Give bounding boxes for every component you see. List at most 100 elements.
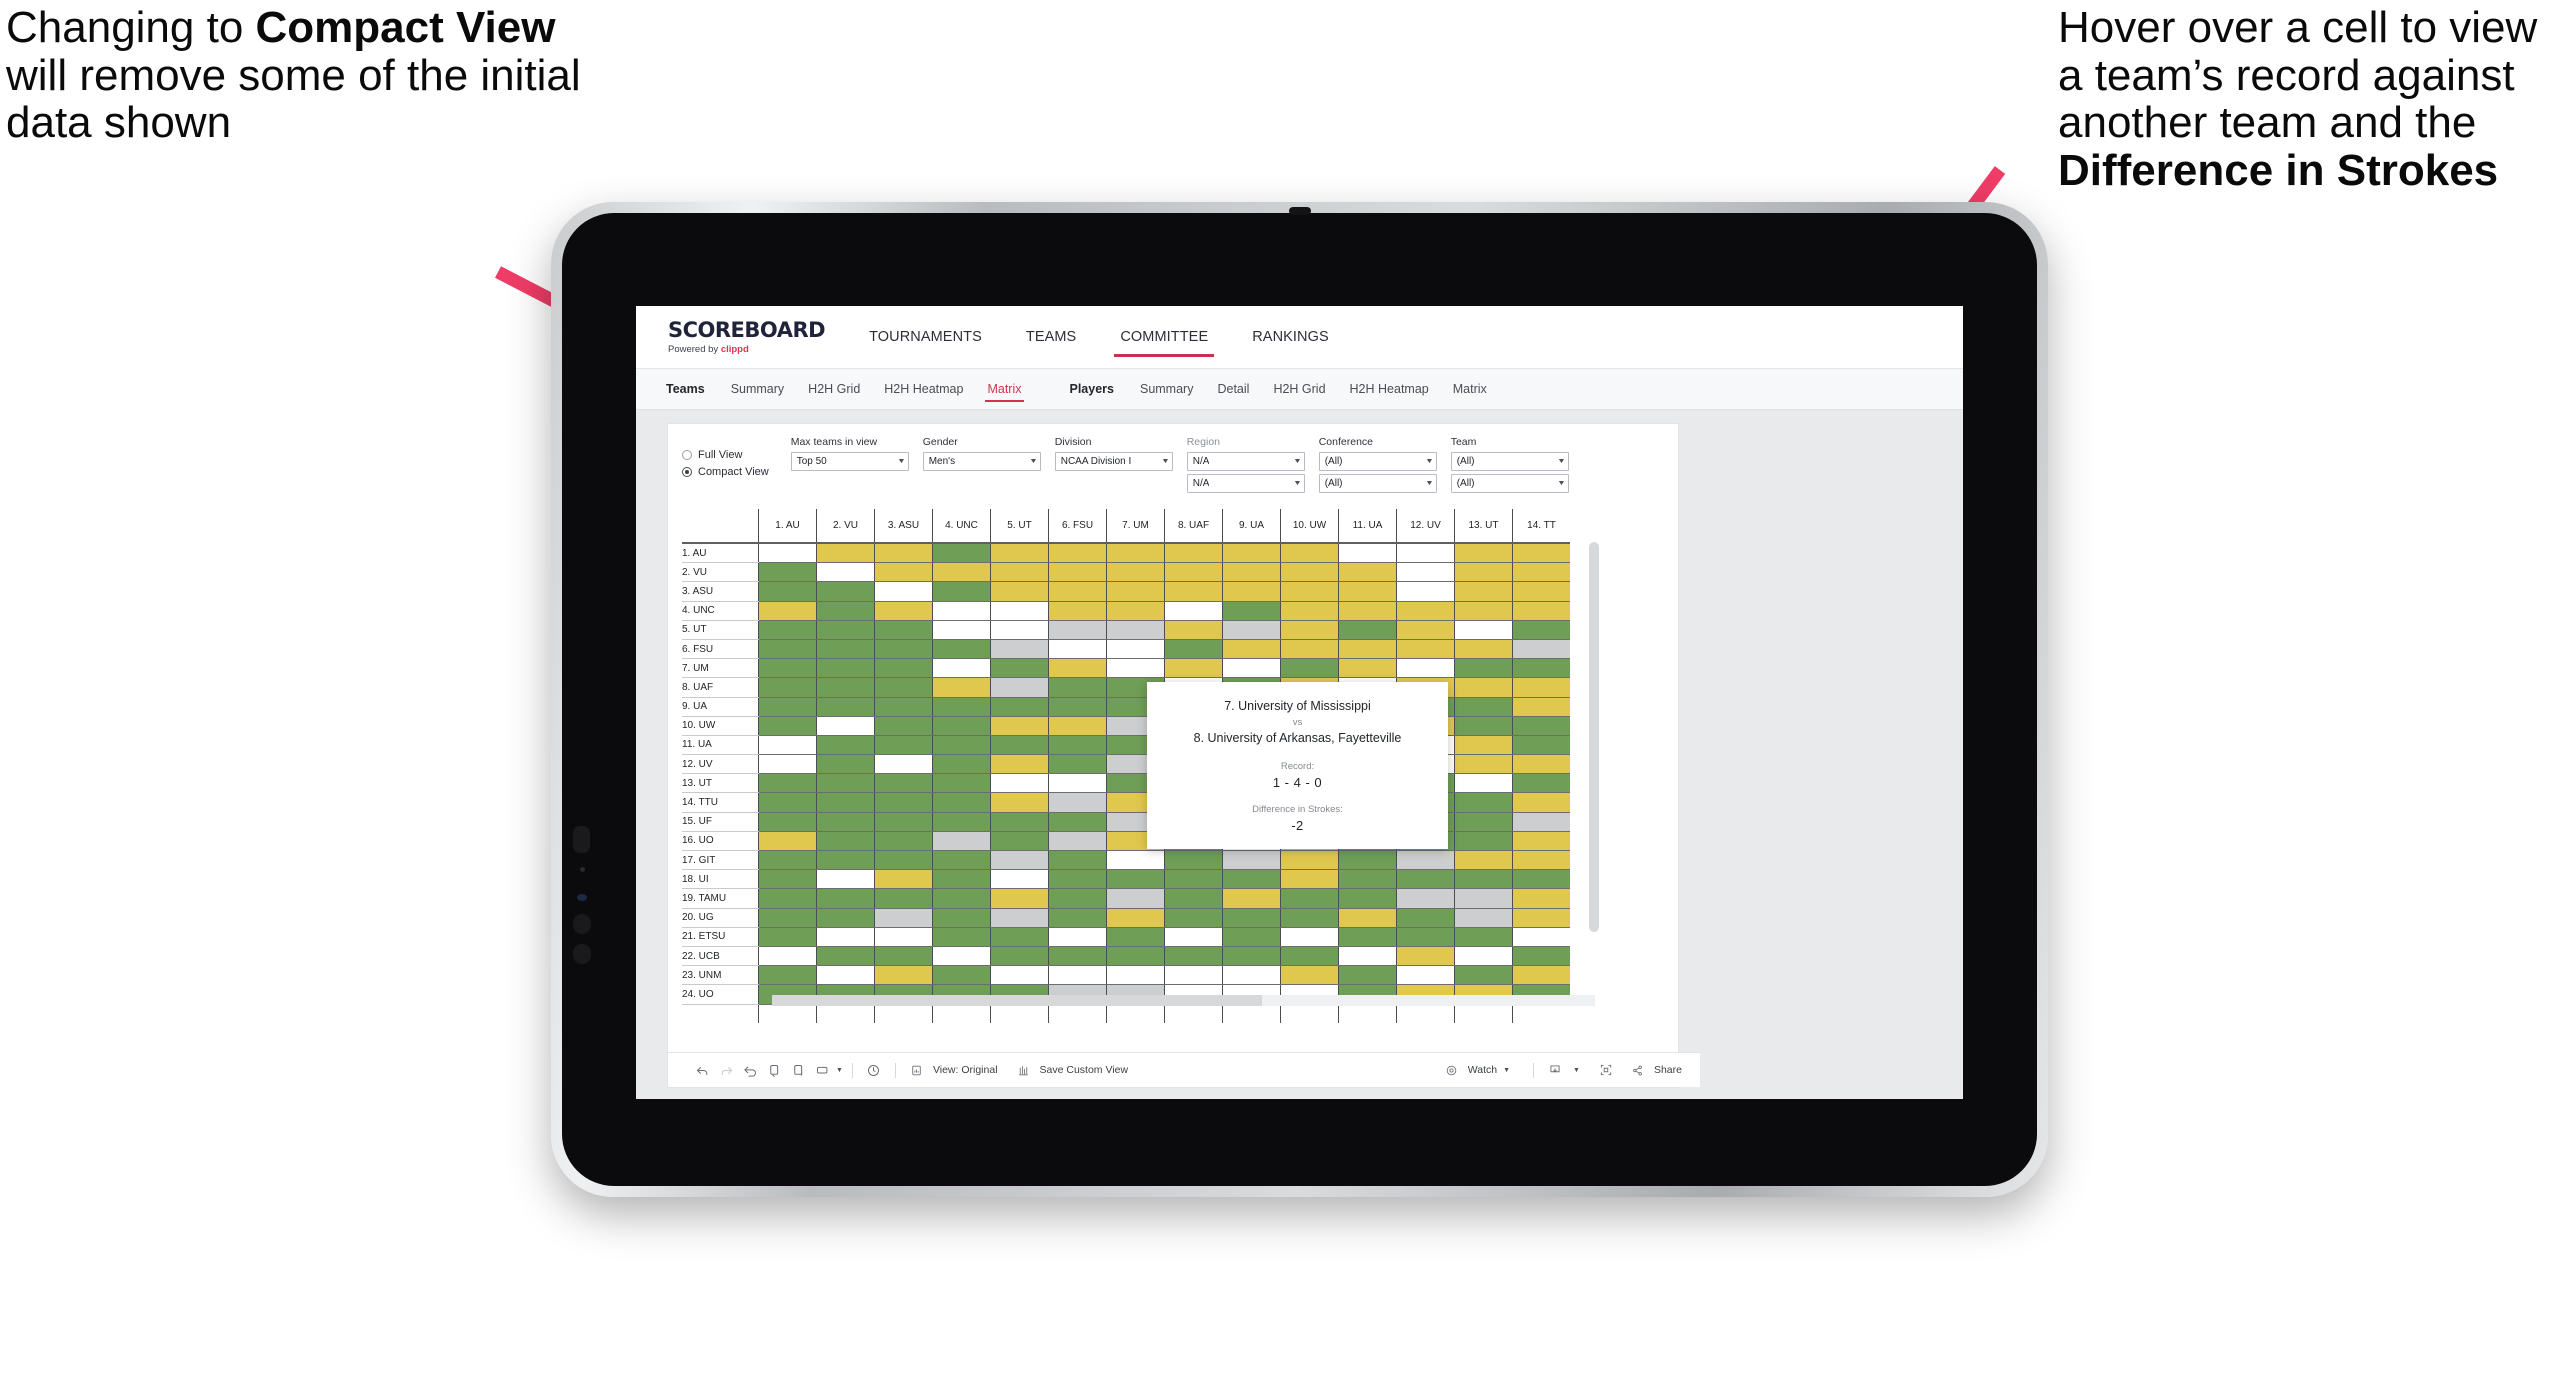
matrix-cell[interactable]	[1048, 620, 1107, 640]
share-button[interactable]: Share	[1626, 1058, 1682, 1082]
matrix-cell[interactable]	[1454, 658, 1513, 679]
matrix-cell[interactable]	[758, 677, 817, 698]
matrix-cell[interactable]	[1164, 927, 1223, 947]
matrix-cell[interactable]	[1454, 812, 1513, 832]
tab-players-h2h-heatmap[interactable]: H2H Heatmap	[1338, 369, 1441, 409]
matrix-cell[interactable]	[990, 927, 1049, 947]
matrix-cell[interactable]	[932, 658, 991, 679]
filter-region-select-2[interactable]: N/A ▼	[1186, 474, 1305, 493]
matrix-cell[interactable]	[1048, 562, 1107, 583]
matrix-cell[interactable]	[1106, 620, 1165, 640]
matrix-cell[interactable]	[874, 562, 933, 583]
matrix-cell[interactable]	[932, 639, 991, 660]
matrix-cell[interactable]	[932, 716, 991, 736]
matrix-cell[interactable]	[1338, 562, 1397, 583]
matrix-cell[interactable]	[1512, 735, 1570, 756]
matrix-cell[interactable]	[1048, 639, 1107, 660]
matrix-cell[interactable]	[1164, 965, 1223, 986]
matrix-cell[interactable]	[1396, 562, 1455, 583]
matrix-cell[interactable]	[990, 754, 1049, 775]
filter-conference-select-1[interactable]: (All) ▼	[1318, 452, 1437, 471]
matrix-cell[interactable]	[1048, 869, 1107, 890]
matrix-cell[interactable]	[990, 908, 1049, 928]
matrix-cell[interactable]	[1280, 888, 1339, 909]
matrix-cell[interactable]	[816, 908, 875, 928]
matrix-cell[interactable]	[758, 812, 817, 832]
matrix-cell[interactable]	[1280, 850, 1339, 871]
radio-full-view[interactable]: Full View	[682, 449, 769, 461]
matrix-cell[interactable]	[1338, 639, 1397, 660]
chevron-down-icon[interactable]: ▼	[836, 1067, 843, 1074]
matrix-cell[interactable]	[1454, 850, 1513, 871]
matrix-cell[interactable]	[990, 812, 1049, 832]
matrix-cell[interactable]	[1512, 773, 1570, 794]
matrix-cell[interactable]	[1396, 965, 1455, 986]
matrix-cell[interactable]	[758, 869, 817, 890]
matrix-cell[interactable]	[816, 946, 875, 967]
matrix-cell[interactable]	[1512, 754, 1570, 775]
matrix-cell[interactable]	[1512, 562, 1570, 583]
matrix-cell[interactable]	[1106, 927, 1165, 947]
matrix-cell[interactable]	[1454, 754, 1513, 775]
matrix-cell[interactable]	[932, 735, 991, 756]
filter-max-teams-select[interactable]: Top 50 ▼	[790, 452, 909, 471]
matrix-cell[interactable]	[1048, 927, 1107, 947]
matrix-cell[interactable]	[1164, 639, 1223, 660]
matrix-cell[interactable]	[1106, 601, 1165, 621]
matrix-cell[interactable]	[1280, 965, 1339, 986]
matrix-cell[interactable]	[1222, 946, 1281, 967]
matrix-cell[interactable]	[758, 697, 817, 717]
matrix-cell[interactable]	[1280, 869, 1339, 890]
tab-players-matrix[interactable]: Matrix	[1441, 369, 1499, 409]
matrix-cell[interactable]	[1222, 639, 1281, 660]
matrix-cell[interactable]	[758, 792, 817, 813]
tab-teams-h2h-grid[interactable]: H2H Grid	[796, 369, 872, 409]
matrix-cell[interactable]	[758, 946, 817, 967]
matrix-cell[interactable]	[816, 965, 875, 986]
matrix-cell[interactable]	[932, 601, 991, 621]
matrix-cell[interactable]	[1396, 639, 1455, 660]
matrix-cell[interactable]	[1512, 658, 1570, 679]
matrix-cell[interactable]	[874, 697, 933, 717]
matrix-cell[interactable]	[1164, 869, 1223, 890]
matrix-cell[interactable]	[1454, 677, 1513, 698]
matrix-cell[interactable]	[1512, 716, 1570, 736]
matrix-cell[interactable]	[1454, 697, 1513, 717]
matrix-cell[interactable]	[1280, 562, 1339, 583]
matrix-cell[interactable]	[1222, 658, 1281, 679]
matrix-cell[interactable]	[816, 581, 875, 602]
matrix-cell[interactable]	[1454, 792, 1513, 813]
matrix-cell[interactable]	[932, 620, 991, 640]
matrix-cell[interactable]	[1164, 581, 1223, 602]
matrix-cell[interactable]	[1048, 850, 1107, 871]
tab-players-detail[interactable]: Detail	[1205, 369, 1261, 409]
view-original-button[interactable]: View: Original	[905, 1058, 998, 1082]
matrix-cell[interactable]	[758, 562, 817, 583]
matrix-cell[interactable]	[1338, 850, 1397, 871]
matrix-cell[interactable]	[1512, 888, 1570, 909]
nav-committee[interactable]: COMMITTEE	[1098, 306, 1230, 368]
matrix-cell[interactable]	[1338, 888, 1397, 909]
undo-icon[interactable]	[690, 1058, 714, 1082]
matrix-cell[interactable]	[1106, 543, 1165, 564]
matrix-cell[interactable]	[874, 773, 933, 794]
matrix-cell[interactable]	[932, 850, 991, 871]
matrix-cell[interactable]	[1164, 562, 1223, 583]
matrix-cell[interactable]	[1512, 697, 1570, 717]
matrix-cell[interactable]	[816, 658, 875, 679]
matrix-cell[interactable]	[1512, 965, 1570, 986]
matrix-cell[interactable]	[1048, 716, 1107, 736]
matrix-cell[interactable]	[1164, 620, 1223, 640]
matrix-cell[interactable]	[1454, 735, 1513, 756]
matrix-cell[interactable]	[874, 543, 933, 564]
revert-icon[interactable]	[738, 1058, 762, 1082]
matrix-cell[interactable]	[1338, 908, 1397, 928]
matrix-cell[interactable]	[990, 601, 1049, 621]
volume-up-button[interactable]	[573, 914, 591, 934]
watch-button[interactable]: Watch ▼	[1440, 1058, 1510, 1082]
matrix-cell[interactable]	[758, 831, 817, 852]
download-button[interactable]: ▼	[1543, 1058, 1580, 1082]
matrix-cell[interactable]	[874, 946, 933, 967]
matrix-cell[interactable]	[816, 543, 875, 564]
matrix-cell[interactable]	[1512, 792, 1570, 813]
